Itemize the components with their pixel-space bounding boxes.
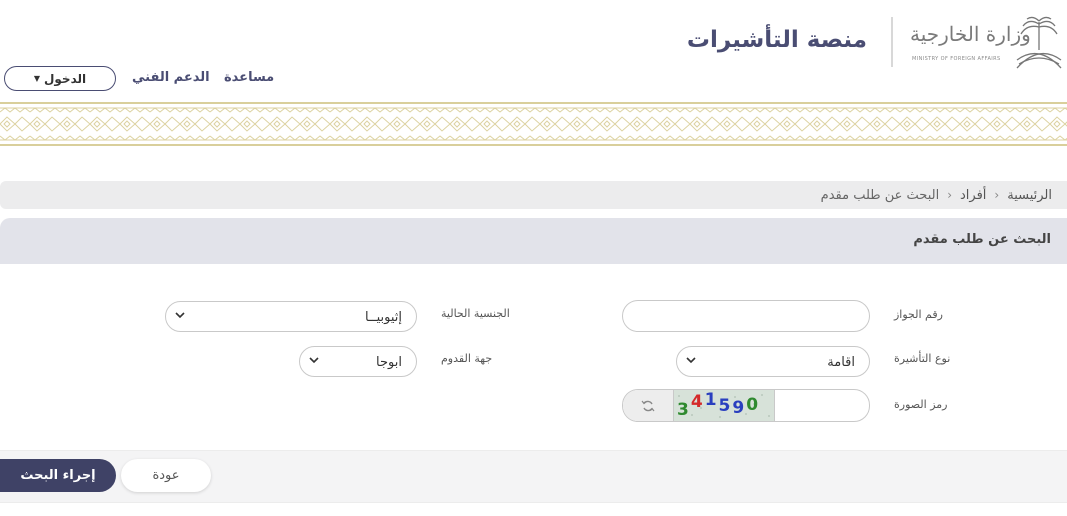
palm-swords-emblem-icon	[1016, 16, 1062, 69]
ministry-logo[interactable]: وزارة الخارجية MINISTRY OF FOREIGN AFFAI…	[908, 14, 1066, 72]
search-button[interactable]: إجراء البحث	[0, 459, 116, 492]
breadcrumb-current: البحث عن طلب مقدم	[820, 187, 940, 203]
captcha-input[interactable]	[773, 390, 869, 421]
caret-down-icon: ▼	[33, 74, 40, 83]
captcha-digit: 3	[677, 400, 689, 420]
breadcrumb-separator: ›	[994, 188, 1000, 202]
panel-header: البحث عن طلب مقدم	[0, 218, 1067, 264]
breadcrumb: الرئيسية › أفراد › البحث عن طلب مقدم	[0, 181, 1067, 209]
passport-number-input[interactable]	[622, 300, 870, 332]
captcha-group: 341590	[622, 389, 870, 422]
logo-english-text: MINISTRY OF FOREIGN AFFAIRS	[912, 56, 1001, 62]
current-nationality-label: الجنسية الحالية	[441, 307, 510, 320]
captcha-image: 341590	[673, 390, 775, 421]
breadcrumb-separator: ›	[947, 188, 952, 202]
captcha-digit: 1	[704, 390, 717, 410]
passport-number-label: رقم الجواز	[894, 308, 943, 321]
captcha-digit: 4	[690, 392, 703, 412]
header-divider	[891, 17, 893, 67]
login-dropdown-button[interactable]: ▼ الدخول	[4, 66, 116, 91]
captcha-digit: 5	[718, 396, 731, 416]
refresh-icon	[641, 400, 655, 411]
nav-help-link[interactable]: مساعدة	[224, 70, 274, 85]
visa-type-label: نوع التأشيرة	[894, 352, 951, 365]
panel-title: البحث عن طلب مقدم	[913, 232, 1051, 247]
nav-support-link[interactable]: الدعم الفني	[132, 70, 210, 85]
chevron-down-icon	[175, 312, 185, 319]
breadcrumb-individuals[interactable]: أفراد	[960, 188, 986, 203]
captcha-label: رمز الصورة	[894, 398, 948, 411]
visa-type-select[interactable]: اقامة	[676, 346, 870, 377]
current-nationality-select[interactable]: إثيوبيــا	[165, 301, 417, 332]
site-title: منصة التأشيرات	[686, 27, 867, 53]
breadcrumb-home[interactable]: الرئيسية	[1007, 188, 1052, 203]
chevron-down-icon	[686, 357, 696, 364]
arrival-destination-label: جهة القدوم	[441, 352, 493, 365]
login-label: الدخول	[44, 71, 87, 86]
arrival-destination-select[interactable]: ابوجا	[299, 346, 417, 377]
back-button[interactable]: عودة	[121, 459, 211, 492]
captcha-refresh-button[interactable]	[623, 390, 673, 421]
captcha-digits: 341590	[677, 390, 759, 420]
decorative-ornament-band	[0, 102, 1067, 146]
captcha-digit: 9	[732, 398, 745, 418]
captcha-digit: 0	[746, 395, 759, 415]
chevron-down-icon	[309, 357, 319, 364]
